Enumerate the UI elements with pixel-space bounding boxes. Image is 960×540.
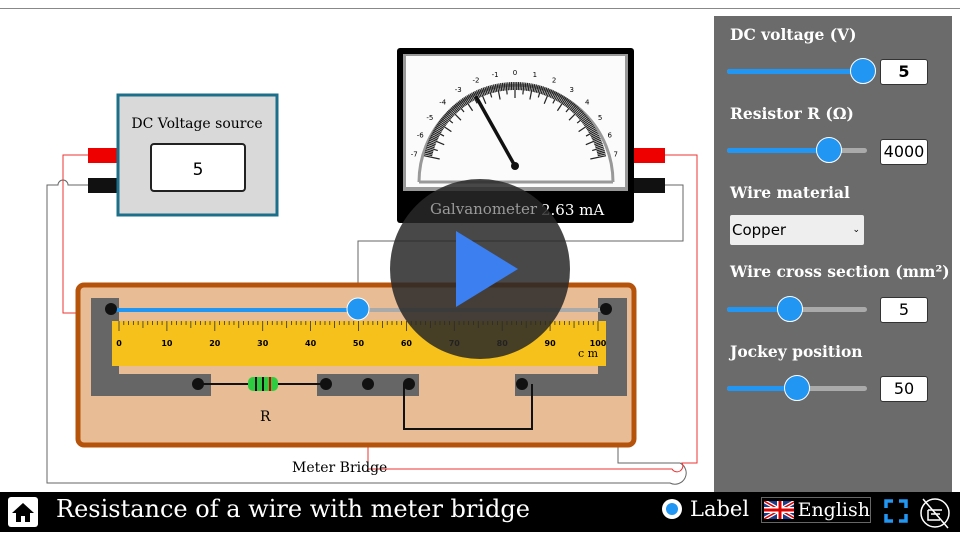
resistor-slider[interactable] [727, 137, 867, 163]
scale-label: 1 [533, 71, 537, 79]
language-selector[interactable]: English [761, 497, 871, 523]
terminal[interactable] [105, 303, 117, 315]
cross-section-label: Wire cross section (mm²) [730, 262, 950, 281]
scale-label: 3 [570, 86, 574, 94]
dc-voltage-label: DC voltage (V) [730, 25, 857, 44]
scale-label: 4 [585, 99, 590, 107]
resistor-label: Resistor R (Ω) [730, 104, 854, 123]
language-label: English [797, 499, 870, 521]
control-panel: DC voltage (V) 5 Resistor R (Ω) 4000 Wir… [714, 16, 952, 492]
ruler-tick-label: 60 [401, 339, 413, 348]
home-icon [12, 503, 34, 522]
play-icon [456, 231, 518, 307]
jockey-position-label: Jockey position [730, 342, 863, 361]
resistor-label: R [260, 409, 271, 425]
meter-bridge-label: Meter Bridge [292, 460, 387, 476]
scale-label: -5 [426, 114, 433, 122]
page-title: Resistance of a wire with meter bridge [56, 495, 530, 523]
wire-material-select[interactable]: Copper ⌄ [730, 215, 864, 245]
terminal[interactable] [320, 378, 332, 390]
terminal[interactable] [192, 378, 204, 390]
terminal[interactable] [403, 378, 415, 390]
scale-tick [521, 82, 523, 91]
terminal[interactable] [516, 378, 528, 390]
scale-label: 0 [513, 69, 517, 77]
resistor-value[interactable]: 4000 [880, 139, 928, 165]
ruler-tick-label: 40 [305, 339, 317, 348]
scale-label: 2 [552, 77, 556, 85]
jockey-position-slider[interactable] [727, 375, 867, 401]
scale-label: -7 [411, 151, 418, 159]
ruler-tick-label: 30 [257, 339, 269, 348]
dc-source-value: 5 [193, 160, 204, 180]
ruler-tick-label: 90 [545, 339, 557, 348]
terminal[interactable] [362, 378, 374, 390]
jockey-handle[interactable] [346, 297, 370, 321]
cross-section-value[interactable]: 5 [880, 297, 928, 323]
ruler-unit: c m [578, 347, 599, 360]
cross-section-slider[interactable] [727, 296, 867, 322]
scale-label: -1 [492, 71, 499, 79]
scale-label: -2 [472, 77, 479, 85]
label-toggle[interactable]: Label [662, 497, 749, 521]
scale-label: -4 [439, 99, 447, 107]
label-toggle-text: Label [690, 497, 750, 521]
scale-tick [507, 82, 509, 91]
simulation-off-icon[interactable] [918, 496, 952, 530]
fullscreen-icon[interactable] [884, 499, 908, 523]
ruler-tick-label: 50 [353, 339, 365, 348]
dc-voltage-slider[interactable] [727, 58, 876, 84]
radio-icon[interactable] [662, 499, 682, 519]
black-terminal[interactable] [88, 178, 118, 193]
terminal[interactable] [600, 303, 612, 315]
scale-label: -3 [455, 86, 462, 94]
ruler-tick-label: 20 [209, 339, 221, 348]
jockey-position-value[interactable]: 50 [880, 376, 928, 402]
red-terminal[interactable] [88, 148, 118, 163]
ruler-tick-label: 10 [161, 339, 173, 348]
dc-source-title: DC Voltage source [131, 116, 262, 132]
chevron-down-icon: ⌄ [852, 225, 860, 235]
galvanometer-label: Galvanometer [430, 200, 538, 218]
dc-voltage-value[interactable]: 5 [880, 59, 928, 85]
simulation-canvas: 0102030405060708090100 c m R Meter Bridg… [46, 48, 698, 485]
wire-material-label: Wire material [730, 183, 850, 202]
scale-label: -6 [417, 132, 425, 140]
scale-label: 7 [614, 151, 618, 159]
ruler-tick-label: 0 [116, 339, 122, 348]
bottom-bar: Resistance of a wire with meter bridge L… [0, 492, 960, 532]
scale-label: 6 [607, 132, 612, 140]
home-button[interactable] [8, 497, 38, 527]
scale-label: 5 [598, 114, 602, 122]
uk-flag-icon [764, 501, 794, 519]
wire-material-value: Copper [732, 221, 787, 239]
